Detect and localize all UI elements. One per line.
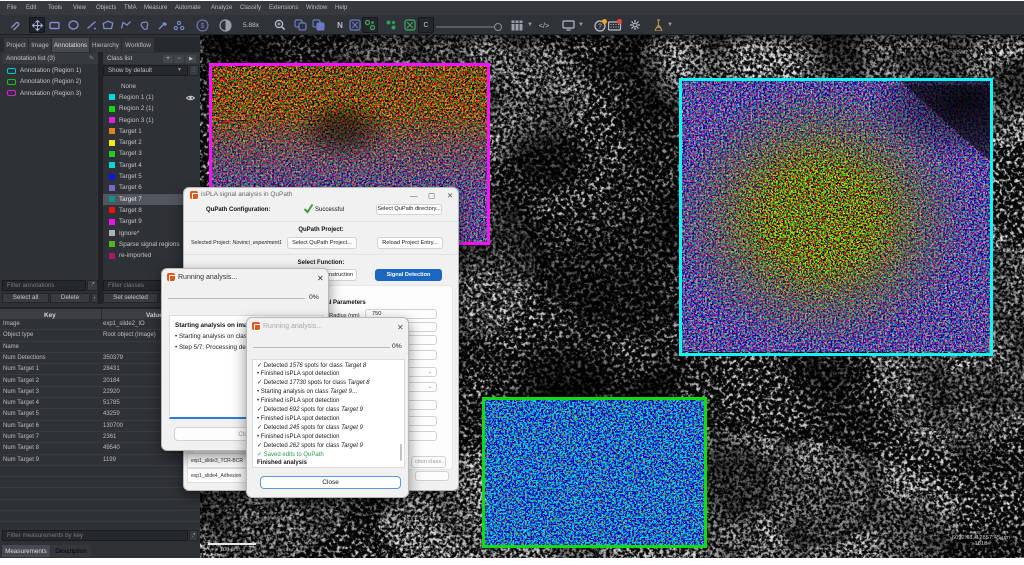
svg-text:?: ?: [598, 23, 602, 30]
svg-text:$: $: [200, 23, 204, 30]
